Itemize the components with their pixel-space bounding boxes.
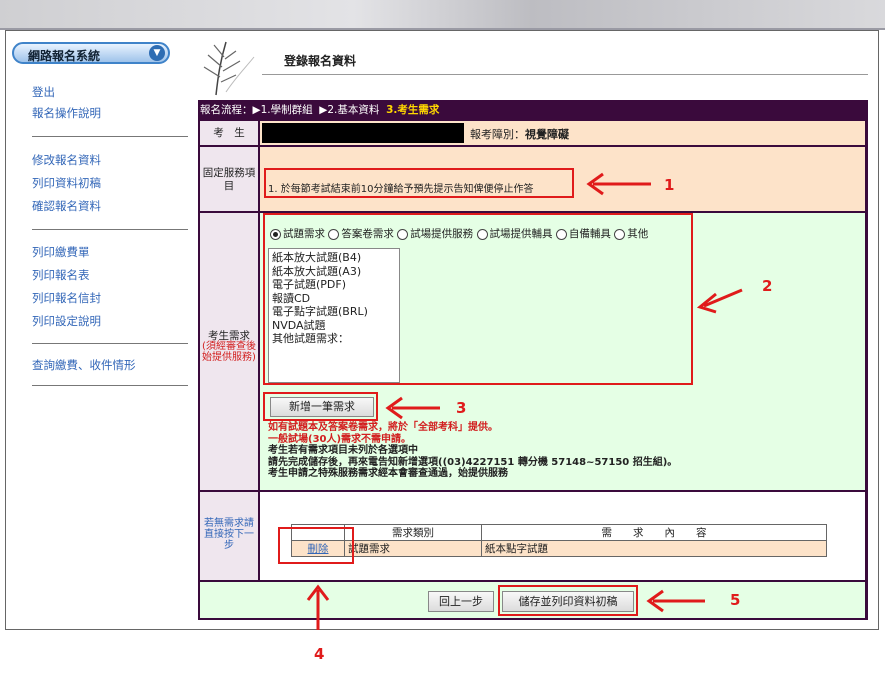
note-red: 如有試題本及答案卷需求，將於「全部考科」提供。 (268, 422, 498, 433)
chevron-down-icon: ▼ (149, 45, 165, 61)
process-breadcrumb: 報名流程：▶1.學制群組 ▶2.基本資料 3.考生需求 (200, 102, 439, 117)
sidebar-item-print-form[interactable]: 列印報名表 (32, 267, 90, 283)
table-row: 刪除 試題需求 紙本點字試題 (291, 540, 827, 557)
note-text: 考生若有需求項目未列於各選項中 (268, 445, 418, 456)
examinee-name-redacted (262, 123, 464, 143)
annotation-arrow-1 (586, 172, 651, 196)
table-header-cell: 需求類別 (344, 524, 482, 541)
sidebar-item-confirm[interactable]: 確認報名資料 (32, 198, 101, 214)
sidebar-item-instructions[interactable]: 報名操作說明 (32, 105, 101, 121)
sidebar-item-logout[interactable]: 登出 (32, 84, 55, 100)
note-red: 一般試場(30人)需求不需申請。 (268, 433, 412, 445)
no-need-label: 若無需求請直接按下一步 (200, 492, 258, 580)
needs-notes: 如有試題本及答案卷需求，將於「全部考科」提供。 一般試場(30人)需求不需申請。… (268, 422, 677, 480)
plant-logo (203, 41, 255, 96)
annotation-box-1 (264, 168, 574, 198)
needs-label-note: (須經審查後始提供服務) (202, 341, 256, 363)
annotation-arrow-5 (646, 589, 705, 613)
disability-value: 視覺障礙 (525, 128, 569, 141)
sidebar-item-print-envelope[interactable]: 列印報名信封 (32, 290, 101, 306)
annotation-number-2: 2 (762, 277, 773, 295)
title-divider (262, 74, 868, 75)
annotation-box-3 (263, 392, 378, 421)
table-cell: 試題需求 (344, 540, 482, 557)
system-label: 網路報名系統 (28, 49, 101, 63)
annotation-arrow-4 (306, 584, 330, 630)
system-menu-button[interactable]: 網路報名系統 ▼ (12, 42, 170, 64)
breadcrumb-step1: ▶1.學制群組 (252, 104, 313, 116)
annotation-box-4 (278, 527, 354, 564)
sidebar-item-query[interactable]: 查詢繳費、收件情形 (32, 357, 136, 373)
sidebar-item-print-fee[interactable]: 列印繳費單 (32, 244, 90, 260)
annotation-number-3: 3 (456, 399, 467, 417)
annotation-number-1: 1 (664, 176, 675, 194)
sidebar-divider (32, 229, 188, 230)
back-button[interactable]: 回上一步 (428, 591, 494, 612)
annotation-number-5: 5 (730, 591, 741, 609)
sidebar-divider (32, 343, 188, 344)
needs-label-cell: 考生需求 (須經審查後始提供服務) (200, 213, 258, 490)
annotation-box-2 (263, 213, 693, 385)
top-banner (0, 0, 885, 28)
fixed-service-label: 固定服務項目 (200, 147, 258, 211)
sidebar-item-print-settings[interactable]: 列印設定說明 (32, 313, 101, 329)
table-header-cell: 需 求 內 容 (481, 524, 827, 541)
note-text: 請先完成儲存後，再來電告知新增選項((03)4227151 轉分機 57148~… (268, 456, 678, 468)
table-cell: 紙本點字試題 (481, 540, 827, 557)
note-text: 考生申請之特殊服務需求經本會審查通過，始提供服務 (268, 468, 508, 479)
sidebar-item-edit[interactable]: 修改報名資料 (32, 152, 101, 168)
request-table: 需求類別 需 求 內 容 刪除 試題需求 紙本點字試題 (291, 524, 827, 557)
disability-info: 報考障別：視覺障礙 (470, 126, 569, 142)
breadcrumb-step3: 3.考生需求 (386, 104, 440, 116)
breadcrumb-step2: ▶2.基本資料 (319, 104, 380, 116)
disability-label: 報考障別： (470, 128, 525, 141)
sidebar-divider (32, 136, 188, 137)
annotation-number-4: 4 (314, 645, 325, 663)
annotation-arrow-2 (696, 288, 743, 314)
sidebar-item-print-draft[interactable]: 列印資料初稿 (32, 175, 101, 191)
annotation-arrow-3 (385, 396, 440, 420)
table-header-row: 需求類別 需 求 內 容 (291, 524, 827, 541)
page-title: 登錄報名資料 (284, 54, 357, 68)
sidebar-divider (32, 385, 188, 386)
breadcrumb-prefix: 報名流程： (200, 104, 253, 116)
annotation-box-5 (498, 585, 638, 616)
examinee-label: 考 生 (200, 121, 258, 145)
